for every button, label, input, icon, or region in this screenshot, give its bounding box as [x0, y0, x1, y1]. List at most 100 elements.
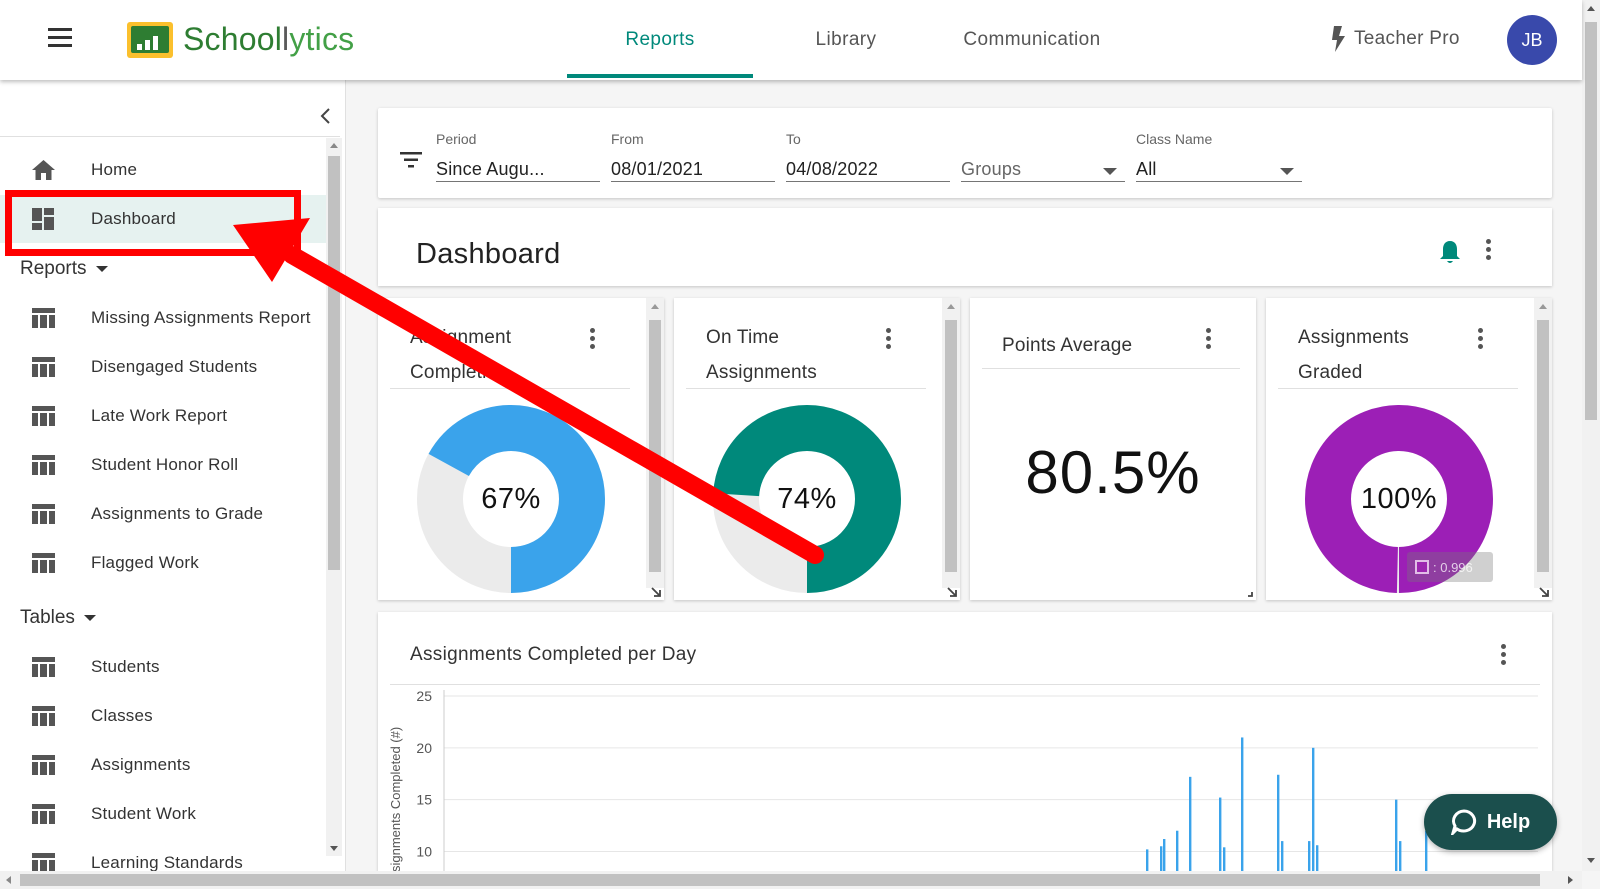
y-tick-label: 25 — [416, 688, 432, 704]
kpi-value: 80.5% — [1025, 439, 1201, 506]
top-app-bar: Schoollytics Reports Library Communicati… — [0, 0, 1582, 80]
section-label: Tables — [20, 607, 75, 628]
sidebar-item-missing-assignments[interactable]: Missing Assignments Report — [0, 294, 326, 342]
resize-handle-icon[interactable] — [946, 586, 958, 598]
scroll-down-icon[interactable] — [1587, 858, 1595, 863]
sidebar-item-student-work[interactable]: Student Work — [0, 790, 326, 838]
scrollbar-thumb[interactable] — [1585, 22, 1597, 420]
user-avatar[interactable]: JB — [1507, 15, 1557, 65]
sidebar-item-assignments-to-grade[interactable]: Assignments to Grade — [0, 490, 326, 538]
scroll-left-icon[interactable] — [6, 876, 11, 884]
scroll-right-icon[interactable] — [1568, 876, 1573, 884]
sidebar-item-classes[interactable]: Classes — [0, 692, 326, 740]
sidebar-item-label: Assignments — [91, 755, 191, 774]
bell-icon[interactable] — [1438, 239, 1462, 265]
app-logo[interactable]: Schoollytics — [127, 21, 354, 58]
filter-bar: Period Since Augu... From 08/01/2021 To … — [378, 108, 1552, 198]
table-icon — [32, 308, 55, 328]
kpi-value: 67% — [481, 482, 541, 515]
menu-icon[interactable] — [48, 28, 78, 52]
legend-swatch — [1415, 560, 1429, 574]
tab-library[interactable]: Library — [753, 0, 939, 80]
kpi-card-on-time: On Time Assignments 74% — [674, 298, 960, 600]
page-vertical-scrollbar[interactable] — [1582, 0, 1600, 871]
groups-select[interactable]: Groups — [961, 122, 1125, 182]
resize-handle-icon[interactable] — [650, 586, 662, 598]
help-label: Help — [1486, 810, 1531, 833]
class-name-select[interactable]: Class Name All — [1136, 122, 1302, 182]
table-icon — [32, 706, 55, 726]
sidebar-item-label: Student Honor Roll — [91, 455, 239, 474]
card-scrollbar[interactable] — [646, 298, 664, 588]
sidebar-item-flagged-work[interactable]: Flagged Work — [0, 539, 326, 587]
scrollbar-thumb[interactable] — [328, 156, 340, 570]
sidebar-scrollbar[interactable] — [326, 138, 342, 856]
caret-down-icon — [83, 615, 96, 621]
scroll-up-icon[interactable] — [1587, 6, 1595, 11]
sidebar-item-label: Missing Assignments Report — [91, 308, 311, 327]
tables-section-toggle[interactable]: Tables — [20, 607, 96, 629]
more-options-icon[interactable] — [884, 328, 892, 352]
chart-bar — [1308, 841, 1311, 872]
chart-bar — [1160, 846, 1163, 872]
more-options-icon[interactable] — [1476, 328, 1484, 352]
y-tick-label: 10 — [416, 843, 432, 859]
filter-icon[interactable] — [400, 152, 422, 168]
card-scrollbar[interactable] — [1534, 298, 1552, 588]
sidebar-item-learning-standards[interactable]: Learning Standards — [0, 839, 326, 871]
kpi-title: Assignments Graded — [1298, 327, 1409, 383]
table-icon — [32, 755, 55, 775]
reports-section-toggle[interactable]: Reports — [20, 258, 108, 280]
card-scrollbar[interactable] — [942, 298, 960, 588]
dropdown-arrow-icon — [1103, 168, 1117, 175]
to-date-field[interactable]: To 04/08/2022 — [786, 122, 950, 182]
scrollbar-thumb[interactable] — [20, 874, 1540, 886]
sidebar-item-label: Flagged Work — [91, 553, 199, 572]
chart-bar — [1223, 847, 1226, 872]
table-icon — [32, 357, 55, 377]
divider — [0, 136, 340, 137]
scroll-up-icon[interactable] — [330, 143, 338, 148]
bar-chart: 10 15 20 25 Assignments Completed (#) — [388, 688, 1538, 872]
sidebar-item-disengaged-students[interactable]: Disengaged Students — [0, 343, 326, 391]
sidebar-item-assignments[interactable]: Assignments — [0, 741, 326, 789]
sidebar-item-late-work[interactable]: Late Work Report — [0, 392, 326, 440]
sidebar-item-label: Home — [91, 160, 138, 179]
from-date-field[interactable]: From 08/01/2021 — [611, 122, 775, 182]
table-icon — [32, 853, 55, 871]
period-select[interactable]: Period Since Augu... — [436, 122, 600, 182]
home-icon — [32, 160, 55, 180]
field-placeholder: Groups — [961, 159, 1022, 179]
sidebar-item-label: Late Work Report — [91, 406, 228, 425]
chat-bubble-icon — [1450, 809, 1476, 835]
account-tier[interactable]: Teacher Pro — [1330, 26, 1460, 52]
sidebar-item-students[interactable]: Students — [0, 643, 326, 691]
chevron-left-icon[interactable] — [316, 106, 336, 126]
tab-communication[interactable]: Communication — [939, 0, 1125, 80]
resize-handle-icon[interactable] — [1242, 586, 1254, 598]
sidebar-item-honor-roll[interactable]: Student Honor Roll — [0, 441, 326, 489]
page-horizontal-scrollbar[interactable] — [0, 871, 1582, 889]
more-options-icon[interactable] — [1484, 239, 1492, 263]
main-nav: Reports Library Communication — [567, 0, 1125, 80]
chart-bar — [1316, 845, 1319, 872]
resize-handle-icon[interactable] — [1538, 586, 1550, 598]
chart-bar — [1395, 799, 1398, 872]
caret-down-icon — [95, 266, 108, 272]
table-icon — [32, 455, 55, 475]
help-button[interactable]: Help — [1424, 794, 1557, 850]
chart-bar — [1399, 841, 1402, 872]
sidebar-item-home[interactable]: Home — [0, 146, 326, 194]
field-label: From — [611, 131, 644, 147]
table-icon — [32, 406, 55, 426]
tab-reports[interactable]: Reports — [567, 0, 753, 80]
sidebar-item-label: Classes — [91, 706, 153, 725]
kpi-card-points-average: Points Average 80.5% — [970, 298, 1256, 600]
table-icon — [32, 804, 55, 824]
more-options-icon[interactable] — [1204, 328, 1212, 352]
y-tick-label: 20 — [416, 740, 432, 756]
scroll-down-icon[interactable] — [330, 846, 338, 851]
chart-bar — [1425, 830, 1428, 872]
chart-bar — [1163, 839, 1166, 872]
more-options-icon[interactable] — [588, 328, 596, 352]
